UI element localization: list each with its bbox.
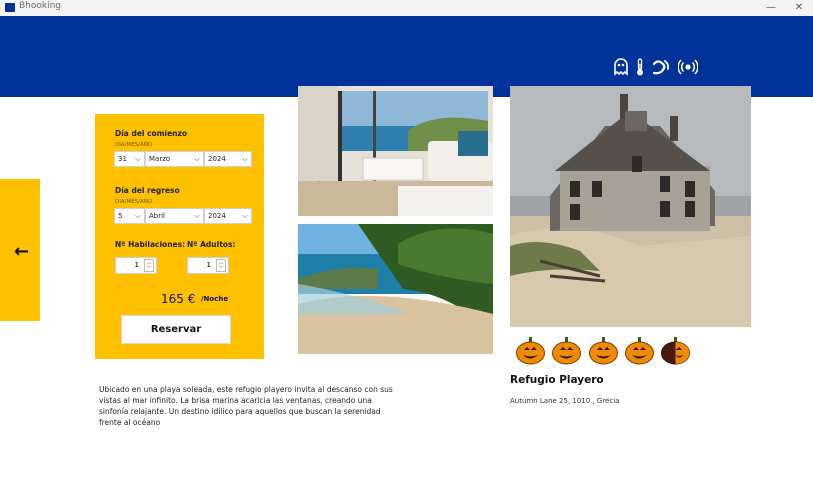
start-month-value: Marzo — [149, 155, 171, 163]
end-date-format: DIA/MES/AÑO — [115, 199, 153, 205]
window-titlebar: Bhooking — ✕ — [0, 0, 813, 16]
back-panel[interactable]: ← — [0, 179, 40, 321]
rooms-stepper[interactable]: 1 ︿ ﹀ — [115, 257, 157, 274]
price-value: 165 € — [161, 292, 196, 306]
living-room-photo[interactable] — [298, 86, 493, 216]
back-arrow-icon[interactable]: ← — [14, 241, 29, 262]
rating-pumpkin-icon — [589, 337, 618, 365]
start-year-select[interactable]: 2024 ⌵ — [204, 151, 252, 167]
adults-value: 1 — [206, 261, 211, 269]
end-date-label: Día del regreso — [115, 186, 180, 195]
window-title: Bhooking — [19, 1, 62, 11]
end-year-value: 2024 — [208, 212, 226, 220]
chevron-down-icon: ⌵ — [241, 211, 248, 220]
reserve-button[interactable]: Reservar — [121, 315, 231, 344]
hotel-address: Autumn Lane 25, 1010 , Grecia — [510, 397, 620, 405]
end-month-select[interactable]: Abril ⌵ — [145, 208, 204, 224]
chevron-down-icon: ⌵ — [193, 154, 200, 163]
end-day-value: 5 — [118, 212, 123, 220]
rating-pumpkin-icon — [552, 337, 581, 365]
end-day-select[interactable]: 5 ⌵ — [114, 208, 145, 224]
hotel-description: Ubicado en una playa soleada, este refug… — [99, 385, 393, 427]
rooms-spin-buttons[interactable]: ︿ ﹀ — [144, 259, 154, 272]
end-month-value: Abril — [149, 212, 165, 220]
start-date-label: Día del comienzo — [115, 129, 188, 138]
rating-pumpkin-icon — [516, 337, 545, 365]
chevron-down-icon: ⌵ — [241, 154, 248, 163]
chevron-down-icon: ⌵ — [134, 154, 141, 163]
start-day-value: 31 — [118, 155, 127, 163]
rooms-value: 1 — [134, 261, 139, 269]
rooms-label: Nº Habilaciones: — [115, 240, 186, 249]
adults-spin-buttons[interactable]: ︿ ﹀ — [216, 259, 226, 272]
beach-photo[interactable] — [298, 224, 493, 354]
app-logo-icon — [5, 3, 15, 12]
adults-label: Nº Adultos: — [187, 240, 236, 249]
minimize-button[interactable]: — — [757, 0, 785, 16]
start-year-value: 2024 — [208, 155, 226, 163]
start-date-format: DIA/MES/AÑO — [115, 142, 153, 148]
start-month-select[interactable]: Marzo ⌵ — [145, 151, 204, 167]
chevron-down-icon: ⌵ — [134, 211, 141, 220]
price-unit: /Noche — [201, 295, 229, 303]
header-bar — [0, 16, 813, 97]
wave-icon[interactable] — [651, 57, 671, 77]
adults-stepper[interactable]: 1 ︿ ﹀ — [187, 257, 229, 274]
end-year-select[interactable]: 2024 ⌵ — [204, 208, 252, 224]
rating-half-pumpkin-icon — [661, 337, 690, 365]
thermometer-icon[interactable] — [636, 57, 644, 77]
hotel-name: Refugio Playero — [510, 374, 604, 386]
close-button[interactable]: ✕ — [785, 0, 813, 16]
ghost-icon[interactable] — [613, 57, 629, 77]
wireless-icon[interactable] — [678, 57, 698, 77]
abandoned-house-photo[interactable] — [510, 86, 751, 327]
start-day-select[interactable]: 31 ⌵ — [114, 151, 145, 167]
chevron-down-icon: ⌵ — [193, 211, 200, 220]
rating-pumpkin-icon — [625, 337, 654, 365]
